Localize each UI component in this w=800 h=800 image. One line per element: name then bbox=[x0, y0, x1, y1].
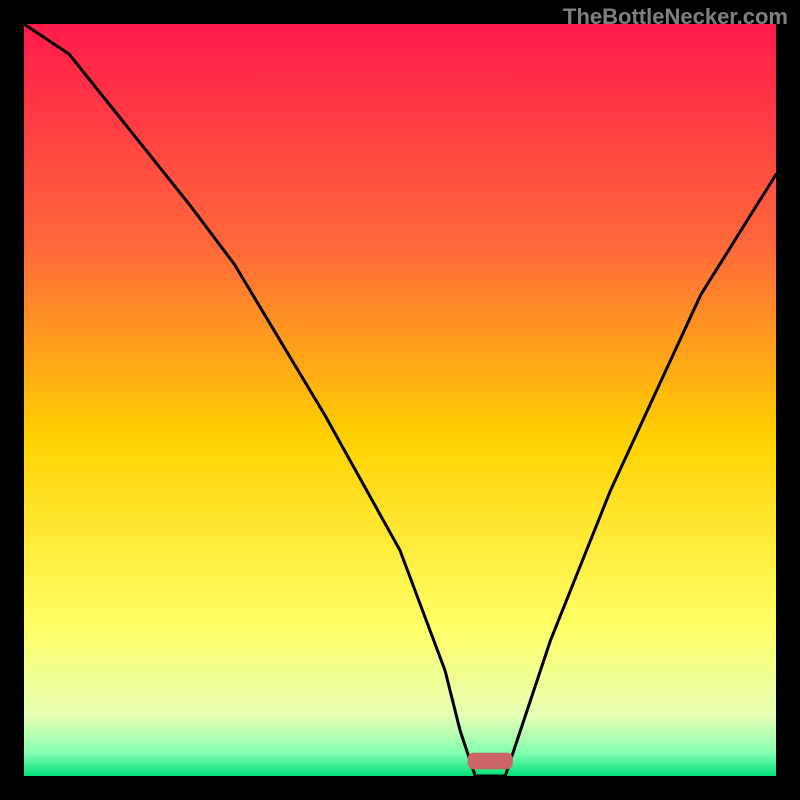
plot-area bbox=[24, 24, 776, 776]
chart-container: TheBottleNecker.com bbox=[0, 0, 800, 800]
optimal-marker bbox=[468, 753, 513, 770]
bottleneck-chart bbox=[24, 24, 776, 776]
watermark: TheBottleNecker.com bbox=[563, 4, 788, 30]
